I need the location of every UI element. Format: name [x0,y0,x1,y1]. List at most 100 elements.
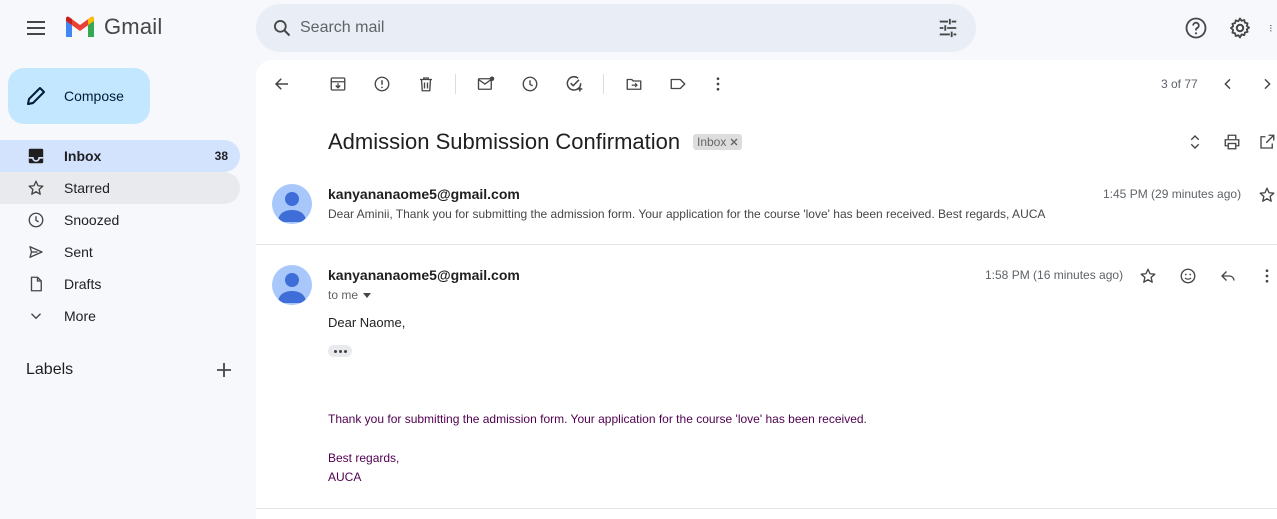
app-name: Gmail [104,14,163,39]
avatar[interactable] [272,184,312,224]
sidebar-item-label: Drafts [64,276,102,292]
recipient-text: to me [328,288,359,302]
reply-icon [1221,271,1235,281]
help-icon [1185,17,1207,39]
pencil-icon [27,87,45,105]
search-button[interactable] [266,12,298,44]
chevron-right-icon [1264,78,1271,90]
sidebar-item-label: More [64,308,96,324]
message-body: Thank you for submitting the admission f… [328,412,867,426]
hamburger-menu-icon [27,21,45,35]
archive-button[interactable] [322,72,354,96]
caret-down-icon [363,293,372,298]
label-chip-text: Inbox [697,135,727,149]
star-icon [1140,268,1156,283]
message-divider [256,244,1277,245]
search-bar [256,4,976,52]
ellipsis-dot [338,349,342,353]
settings-button[interactable] [1224,12,1256,44]
more-options-button[interactable] [702,72,734,96]
more-vert-icon [1265,269,1268,283]
message-divider [256,508,1277,509]
support-button[interactable] [1180,12,1212,44]
message-time: 1:45 PM (29 minutes ago) [1103,187,1242,201]
open-new-window-button[interactable] [1256,130,1277,154]
labels-section-header: Labels [26,360,240,380]
archive-icon [330,77,346,91]
remove-label-icon[interactable] [730,138,738,146]
gear-icon [1230,17,1250,39]
send-icon [26,242,46,262]
snooze-button[interactable] [514,72,546,96]
sidebar-item-starred[interactable]: Starred [0,172,240,204]
newer-button[interactable] [1212,72,1244,96]
report-spam-button[interactable] [366,72,398,96]
plus-icon [217,363,231,377]
show-trimmed-content-button[interactable] [328,345,352,357]
person-icon [278,192,306,222]
sidebar-item-label: Sent [64,244,93,260]
print-button[interactable] [1220,130,1244,154]
mail-unread-icon [477,76,495,90]
toolbar-divider [603,74,604,94]
recipient-details[interactable]: to me [328,288,372,302]
sidebar-item-label: Inbox [64,148,102,164]
sidebar-item-more[interactable]: More [0,300,240,332]
sidebar-item-inbox[interactable]: Inbox 38 [0,140,240,172]
clock-icon [26,210,46,230]
report-icon [374,76,390,92]
sidebar-item-drafts[interactable]: Drafts [0,268,240,300]
react-emoji-button[interactable] [1176,264,1200,288]
message-snippet[interactable]: Dear Aminii, Thank you for submitting th… [328,207,1045,221]
tune-icon [939,18,957,38]
label-icon [670,78,686,90]
compose-button[interactable]: Compose [8,68,150,124]
mark-unread-button[interactable] [470,72,502,96]
label-chip-inbox: Inbox [693,134,743,150]
toolbar-divider [455,74,456,94]
sidebar-item-sent[interactable]: Sent [0,236,240,268]
sender-email[interactable]: kanyananaome5@gmail.com [328,267,520,283]
back-button[interactable] [266,72,298,96]
add-to-tasks-button[interactable] [558,72,590,96]
open-in-new-icon [1259,134,1274,149]
sidebar-item-label: Starred [64,180,110,196]
labels-button[interactable] [662,72,694,96]
search-icon [274,20,291,37]
sidebar-item-snoozed[interactable]: Snoozed [0,204,240,236]
gmail-m-icon [66,16,94,37]
person-icon [278,273,306,303]
star-button[interactable] [1257,183,1277,207]
search-input[interactable] [300,16,900,40]
reply-button[interactable] [1216,264,1240,288]
older-button[interactable] [1251,72,1277,96]
star-icon [1259,187,1275,202]
sender-email[interactable]: kanyananaome5@gmail.com [328,186,520,202]
print-icon [1224,134,1240,150]
message-time: 1:58 PM (16 minutes ago) [985,268,1124,282]
email-subject: Admission Submission Confirmation [328,129,681,154]
message-more-button[interactable] [1256,264,1277,288]
message-signoff: Best regards, [328,451,400,465]
sidebar-item-label: Snoozed [64,212,120,228]
ellipsis-dot [343,349,347,353]
move-to-button[interactable] [618,72,650,96]
create-label-button[interactable] [208,354,240,386]
gmail-logo[interactable]: Gmail [64,14,162,40]
top-bar: Gmail [0,0,1277,56]
message-greeting: Dear Naome, [328,315,406,330]
delete-button[interactable] [410,72,442,96]
more-vert-icon [716,77,720,91]
apps-button[interactable] [1268,12,1277,44]
avatar[interactable] [272,265,312,305]
labels-heading: Labels [26,361,74,378]
inbox-icon [26,146,46,166]
draft-icon [26,274,46,294]
expand-all-button[interactable] [1183,130,1207,154]
trash-icon [420,77,432,92]
apps-grid-icon [1270,25,1272,32]
arrow-left-icon [274,78,288,90]
search-options-button[interactable] [934,14,962,42]
main-menu-button[interactable] [16,8,56,48]
star-button[interactable] [1136,264,1160,288]
